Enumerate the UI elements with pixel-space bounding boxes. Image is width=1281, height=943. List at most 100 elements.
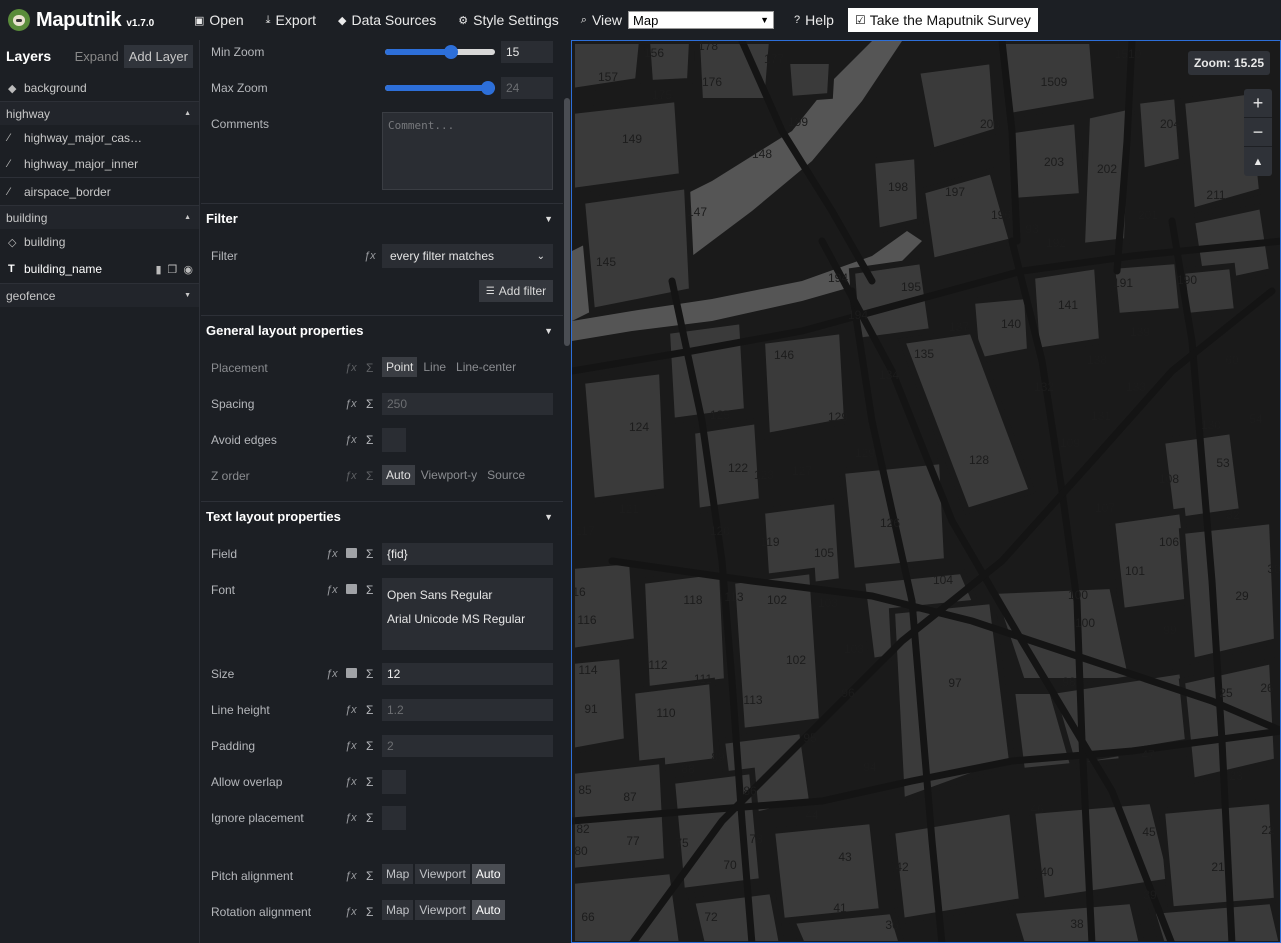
sigma-icon[interactable]: Σ xyxy=(366,361,373,375)
expand-button[interactable]: Expand xyxy=(75,49,119,64)
pitch-option-viewport[interactable]: Viewport xyxy=(415,864,470,884)
slider-knob[interactable] xyxy=(481,81,495,95)
map-canvas[interactable]: 1510 1509 204 211 200 202 203 201 196 198 197 192 93… xyxy=(572,41,1281,943)
sigma-icon[interactable]: Σ xyxy=(366,811,373,825)
max-zoom-input[interactable]: 24 xyxy=(501,77,553,99)
line-height-input[interactable]: 1.2 xyxy=(382,699,553,721)
function-icon[interactable]: ƒx xyxy=(345,398,357,410)
eye-icon[interactable]: ◉ xyxy=(183,263,193,276)
export-button[interactable]: ⤓ Export xyxy=(266,12,316,28)
sigma-icon[interactable]: Σ xyxy=(366,703,373,717)
z-order-option-viewport-y[interactable]: Viewport-y xyxy=(417,465,481,485)
function-icon[interactable]: ƒx xyxy=(345,776,357,788)
comments-textarea[interactable]: Comment... xyxy=(382,112,553,190)
placement-option-line-center[interactable]: Line-center xyxy=(452,357,520,377)
rotation-option-auto[interactable]: Auto xyxy=(471,900,505,920)
z-order-option-source[interactable]: Source xyxy=(483,465,529,485)
spacing-input[interactable]: 250 xyxy=(382,393,553,415)
add-filter-button[interactable]: ☰ Add filter xyxy=(479,280,553,302)
sigma-icon[interactable]: Σ xyxy=(366,869,373,883)
pitch-option-map[interactable]: Map xyxy=(382,864,414,884)
copy-icon[interactable]: ❐ xyxy=(168,263,178,276)
sigma-icon[interactable]: Σ xyxy=(366,547,373,561)
data-driven-icon[interactable] xyxy=(346,668,357,678)
sigma-icon[interactable]: Σ xyxy=(366,775,373,789)
sigma-icon[interactable]: Σ xyxy=(366,667,373,681)
general-layout-section-header[interactable]: General layout properties ▼ xyxy=(201,315,563,345)
filter-select[interactable]: every filter matches ⌄ xyxy=(382,244,553,268)
font-item[interactable]: Arial Unicode MS Regular xyxy=(387,607,548,631)
sigma-icon[interactable]: Σ xyxy=(366,583,373,597)
function-icon[interactable]: ƒx xyxy=(326,584,338,596)
avoid-edges-checkbox[interactable] xyxy=(382,428,406,452)
sigma-icon[interactable]: Σ xyxy=(366,397,373,411)
field-input[interactable]: {fid} xyxy=(382,543,553,565)
chevron-down-icon: ⌄ xyxy=(536,250,545,262)
layer-item-background[interactable]: ◆ background xyxy=(0,75,199,101)
ignore-placement-checkbox[interactable] xyxy=(382,806,406,830)
building-label: 192 xyxy=(1046,236,1066,250)
layer-item-highway-major-inner[interactable]: ⁄ highway_major_inner xyxy=(0,151,199,177)
rotation-option-viewport[interactable]: Viewport xyxy=(415,900,470,920)
layer-item-highway-major-casing[interactable]: ⁄ highway_major_cas… xyxy=(0,125,199,151)
function-icon[interactable]: ƒx xyxy=(345,812,357,824)
layer-group-highway[interactable]: highway ▲ xyxy=(0,101,199,125)
min-zoom-input[interactable]: 15 xyxy=(501,41,553,63)
layer-item-building[interactable]: ◇ building xyxy=(0,229,199,255)
data-sources-button[interactable]: ◆ Data Sources xyxy=(338,12,436,28)
placement-option-point[interactable]: Point xyxy=(382,357,418,377)
scrollbar-thumb[interactable] xyxy=(564,98,570,346)
function-icon[interactable]: ƒx xyxy=(345,434,357,446)
survey-button[interactable]: ☑ Take the Maputnik Survey xyxy=(847,8,1038,32)
allow-overlap-row: Allow overlap ƒx Σ xyxy=(201,770,563,794)
pitch-option-auto[interactable]: Auto xyxy=(471,864,505,884)
allow-overlap-checkbox[interactable] xyxy=(382,770,406,794)
sigma-icon[interactable]: Σ xyxy=(366,469,373,483)
compass-button[interactable]: ▲ xyxy=(1244,147,1272,176)
app-logo[interactable]: Maputnik v1.7.0 xyxy=(8,9,194,32)
sigma-icon[interactable]: Σ xyxy=(366,739,373,753)
text-layout-section-header[interactable]: Text layout properties ▼ xyxy=(201,501,563,531)
function-icon[interactable]: ƒx xyxy=(345,740,357,752)
padding-input[interactable]: 2 xyxy=(382,735,553,757)
zoom-in-button[interactable]: + xyxy=(1244,89,1272,118)
min-zoom-slider[interactable] xyxy=(385,45,495,59)
rotation-option-map[interactable]: Map xyxy=(382,900,414,920)
layer-group-geofence[interactable]: geofence ▼ xyxy=(0,283,199,307)
map-view[interactable]: 1510 1509 204 211 200 202 203 201 196 198 197 192 93… xyxy=(571,40,1281,943)
zoom-out-button[interactable]: − xyxy=(1244,118,1272,147)
function-icon[interactable]: ƒx xyxy=(345,470,357,482)
placement-option-line[interactable]: Line xyxy=(419,357,450,377)
layer-item-building-name[interactable]: T building_name ▮ ❐ ◉ xyxy=(0,255,199,283)
sigma-icon[interactable]: Σ xyxy=(366,905,373,919)
data-driven-icon[interactable] xyxy=(346,548,357,558)
function-icon[interactable]: ƒx xyxy=(326,668,338,680)
layer-item-airspace-border[interactable]: ⁄ airspace_border xyxy=(0,177,199,205)
building-label: 85 xyxy=(578,783,592,797)
filter-section-header[interactable]: Filter ▼ xyxy=(201,203,563,233)
function-icon[interactable]: ƒx xyxy=(345,704,357,716)
function-icon[interactable]: ƒx xyxy=(345,870,357,882)
layer-group-building[interactable]: building ▲ xyxy=(0,205,199,229)
max-zoom-slider[interactable] xyxy=(385,81,495,95)
sigma-icon[interactable]: Σ xyxy=(366,433,373,447)
editor-scrollbar[interactable] xyxy=(563,40,571,943)
style-settings-button[interactable]: ⚙ Style Settings xyxy=(458,12,558,28)
trash-icon[interactable]: ▮ xyxy=(155,263,161,276)
function-icon[interactable]: ƒx xyxy=(345,906,357,918)
font-list[interactable]: Open Sans Regular Arial Unicode MS Regul… xyxy=(382,578,553,650)
function-icon[interactable]: ƒx xyxy=(364,250,376,262)
z-order-option-auto[interactable]: Auto xyxy=(382,465,415,485)
help-button[interactable]: ? Help xyxy=(794,12,834,28)
building-label: 95 xyxy=(803,731,817,745)
add-layer-button[interactable]: Add Layer xyxy=(123,44,193,68)
data-driven-icon[interactable] xyxy=(346,584,357,594)
view-select[interactable]: Map ▼ xyxy=(628,11,775,29)
function-icon[interactable]: ƒx xyxy=(345,362,357,374)
function-icon[interactable]: ƒx xyxy=(326,548,338,560)
slider-knob[interactable] xyxy=(444,45,458,59)
rotation-alignment-label: Rotation alignment xyxy=(211,905,312,919)
size-input[interactable]: 12 xyxy=(382,663,553,685)
open-button[interactable]: ▣ Open xyxy=(194,12,244,28)
font-item[interactable]: Open Sans Regular xyxy=(387,583,548,607)
